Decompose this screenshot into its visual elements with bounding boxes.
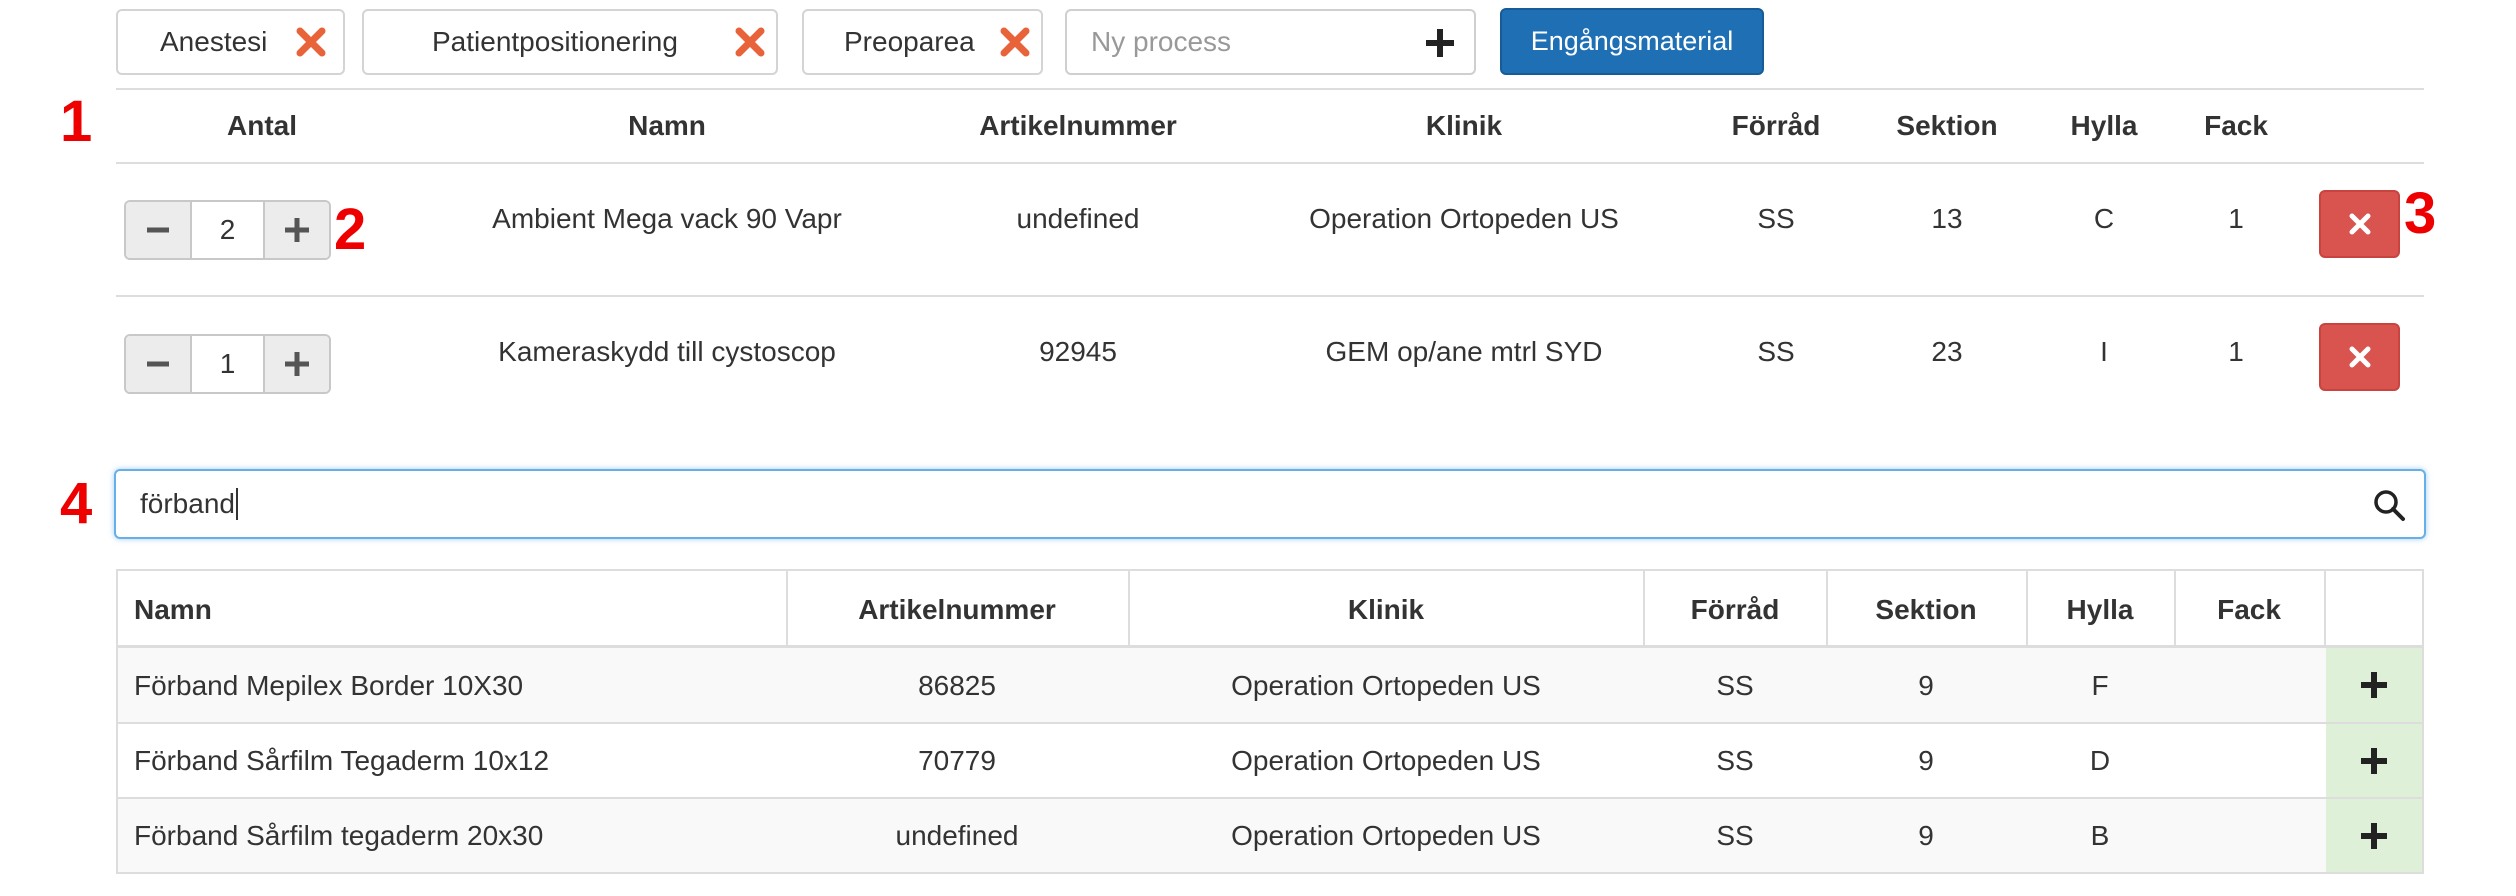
column-header-namn: Namn xyxy=(134,594,212,625)
process-tag-label: Patientpositionering xyxy=(432,26,678,57)
search-value[interactable]: förband xyxy=(140,471,238,537)
cell-artikelnummer: 86825 xyxy=(918,670,996,701)
column-header-forrad: Förråd xyxy=(1690,594,1780,625)
cell-hylla: F xyxy=(2091,670,2109,701)
search-icon[interactable] xyxy=(2372,488,2406,522)
cell-hylla: C xyxy=(2093,203,2115,234)
cell-sektion: 9 xyxy=(1918,670,1934,701)
cell-hylla: B xyxy=(2090,820,2110,851)
cell-namn: Kameraskydd till cystoscop xyxy=(498,336,836,367)
cell-fack: 1 xyxy=(2228,203,2244,234)
column-header-namn: Namn xyxy=(628,110,706,141)
cell-sektion: 13 xyxy=(1931,203,1963,234)
add-item-button[interactable] xyxy=(2326,724,2422,797)
minus-icon xyxy=(147,227,169,233)
remove-row-button[interactable] xyxy=(2319,323,2400,391)
column-header-artikelnummer: Artikelnummer xyxy=(858,594,1056,625)
new-process-input[interactable]: Ny process xyxy=(1065,9,1476,75)
cell-namn: Ambient Mega vack 90 Vapr xyxy=(492,203,842,234)
plus-icon xyxy=(2361,822,2387,849)
process-tag-patientpositionering: Patientpositionering xyxy=(362,9,778,75)
cell-hylla: I xyxy=(2100,336,2108,367)
remove-row-button[interactable] xyxy=(2319,190,2400,258)
column-header-artikelnummer: Artikelnummer xyxy=(979,110,1177,141)
cell-fack: 1 xyxy=(2228,336,2244,367)
column-header-forrad: Förråd xyxy=(1731,110,1821,141)
decrease-button[interactable] xyxy=(126,336,192,392)
plus-icon xyxy=(2361,672,2387,698)
column-header-fack: Fack xyxy=(2204,110,2268,141)
plus-icon xyxy=(2361,747,2387,774)
row-divider xyxy=(116,295,2424,297)
cell-artikelnummer: undefined xyxy=(1016,203,1140,234)
add-item-button[interactable] xyxy=(2326,799,2422,872)
column-header-sektion: Sektion xyxy=(1875,594,1977,625)
cell-artikelnummer: undefined xyxy=(895,820,1019,851)
add-process-icon[interactable] xyxy=(1422,25,1458,61)
cell-hylla: D xyxy=(2089,745,2111,776)
cell-forrad: SS xyxy=(1757,203,1795,234)
process-tag-label: Anestesi xyxy=(160,26,268,57)
process-tag-anestesi: Anestesi xyxy=(116,9,345,75)
annotation-1: 1 xyxy=(60,89,93,154)
cell-namn: Förband Mepilex Border 10X30 xyxy=(134,670,524,701)
cell-namn: Förband Sårfilm tegaderm 20x30 xyxy=(134,820,544,851)
table-top-divider xyxy=(116,88,2424,90)
search-text: förband xyxy=(140,488,235,519)
process-tag-preoparea: Preoparea xyxy=(802,9,1043,75)
cell-forrad: SS xyxy=(1716,820,1754,851)
close-icon xyxy=(2349,346,2370,368)
header-divider xyxy=(116,162,2424,164)
column-header-antal: Antal xyxy=(227,110,297,141)
cell-klinik: GEM op/ane mtrl SYD xyxy=(1325,336,1603,367)
engangsmaterial-button[interactable]: Engångsmaterial xyxy=(1500,8,1764,75)
new-process-placeholder: Ny process xyxy=(1091,26,1232,57)
plus-icon xyxy=(285,218,309,242)
cell-forrad: SS xyxy=(1757,336,1795,367)
table-row: Förband Sårfilm tegaderm 20x30 undefined… xyxy=(118,799,2422,872)
add-item-button[interactable] xyxy=(2326,648,2422,722)
increase-button[interactable] xyxy=(263,202,329,258)
cell-klinik: Operation Ortopeden US xyxy=(1231,820,1541,851)
cell-sektion: 9 xyxy=(1918,745,1934,776)
remove-tag-icon[interactable] xyxy=(294,25,328,59)
column-header-sektion: Sektion xyxy=(1896,110,1998,141)
table-row: Förband Sårfilm Tegaderm 10x12 70779 Ope… xyxy=(118,724,2422,797)
close-icon xyxy=(2349,213,2370,235)
annotation-3: 3 xyxy=(2404,181,2437,246)
cell-artikelnummer: 70779 xyxy=(918,745,996,776)
decrease-button[interactable] xyxy=(126,202,192,258)
plus-icon xyxy=(285,352,309,376)
cell-sektion: 9 xyxy=(1918,820,1934,851)
annotation-2: 2 xyxy=(334,197,367,262)
column-header-hylla: Hylla xyxy=(2066,594,2134,625)
column-header-klinik: Klinik xyxy=(1425,110,1503,141)
cell-artikelnummer: 92945 xyxy=(1039,336,1117,367)
cell-namn: Förband Sårfilm Tegaderm 10x12 xyxy=(134,745,550,776)
remove-tag-icon[interactable] xyxy=(733,25,767,59)
cell-sektion: 23 xyxy=(1931,336,1963,367)
quantity-value[interactable]: 2 xyxy=(190,202,265,258)
cell-forrad: SS xyxy=(1716,670,1754,701)
cell-klinik: Operation Ortopeden US xyxy=(1231,745,1541,776)
table-row: Förband Mepilex Border 10X30 86825 Opera… xyxy=(118,648,2422,722)
cell-forrad: SS xyxy=(1716,745,1754,776)
minus-icon xyxy=(147,361,169,367)
quantity-value[interactable]: 1 xyxy=(190,336,265,392)
cell-klinik: Operation Ortopeden US xyxy=(1309,203,1619,234)
results-table: Namn Artikelnummer Klinik Förråd Sektion… xyxy=(116,569,2424,874)
quantity-stepper[interactable]: 2 xyxy=(124,200,331,260)
cell-klinik: Operation Ortopeden US xyxy=(1231,670,1541,701)
column-header-klinik: Klinik xyxy=(1347,594,1425,625)
increase-button[interactable] xyxy=(263,336,329,392)
remove-tag-icon[interactable] xyxy=(998,25,1032,59)
column-header-hylla: Hylla xyxy=(2070,110,2138,141)
process-tag-label: Preoparea xyxy=(844,26,975,57)
column-header-fack: Fack xyxy=(2217,594,2281,625)
text-caret xyxy=(235,488,238,520)
annotation-4: 4 xyxy=(60,471,93,536)
article-search-input[interactable]: förband xyxy=(114,469,2426,539)
quantity-stepper[interactable]: 1 xyxy=(124,334,331,394)
